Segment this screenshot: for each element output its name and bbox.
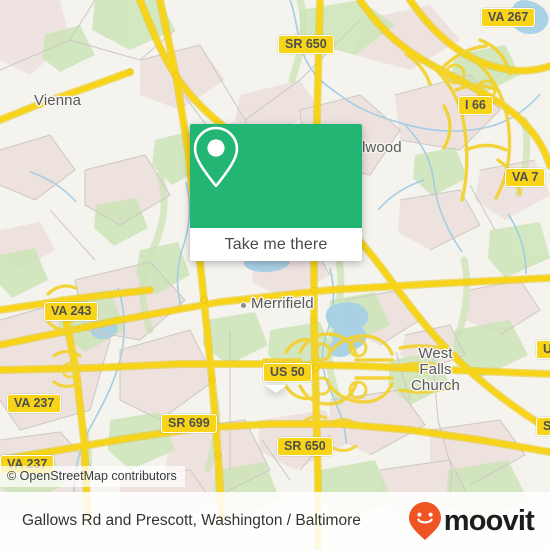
moovit-logo[interactable]: moovit [408,501,550,541]
osm-attribution[interactable]: © OpenStreetMap contributors [0,466,185,487]
destination-callout-card[interactable]: Take me there [190,124,362,393]
highway-shield-sr-699: SR 699 [161,414,217,433]
map-screenshot: Vienna lwood Merrifield West Falls Churc… [0,0,550,550]
place-dot-merrifield [240,302,247,309]
location-title: Gallows Rd and Prescott, Washington / Ba… [22,512,361,529]
take-me-there-label: Take me there [224,235,328,253]
map-canvas[interactable]: Vienna lwood Merrifield West Falls Churc… [0,0,550,550]
callout-pointer-tail [265,385,287,393]
highway-shield-sr-650-south: SR 650 [277,437,333,456]
footer-bar: Gallows Rd and Prescott, Washington / Ba… [0,492,550,550]
take-me-there-button[interactable]: Take me there [190,228,362,261]
callout-image-area [190,124,362,228]
highway-shield-i-66: I 66 [458,96,493,115]
highway-shield-va-7: VA 7 [505,168,546,187]
moovit-wordmark: moovit [443,504,535,537]
moovit-smiley-pin-icon [408,501,442,541]
highway-shield-va-243: VA 243 [44,302,99,321]
highway-shield-us-50: US 50 [263,363,312,382]
highway-shield-sr-650-north: SR 650 [278,35,334,54]
highway-shield-sr-partial-right-bottom: S [536,417,550,436]
highway-shield-va-237: VA 237 [7,394,62,413]
highway-shield-us-partial-right-top: U [536,340,550,359]
highway-shield-va-267: VA 267 [481,8,536,27]
